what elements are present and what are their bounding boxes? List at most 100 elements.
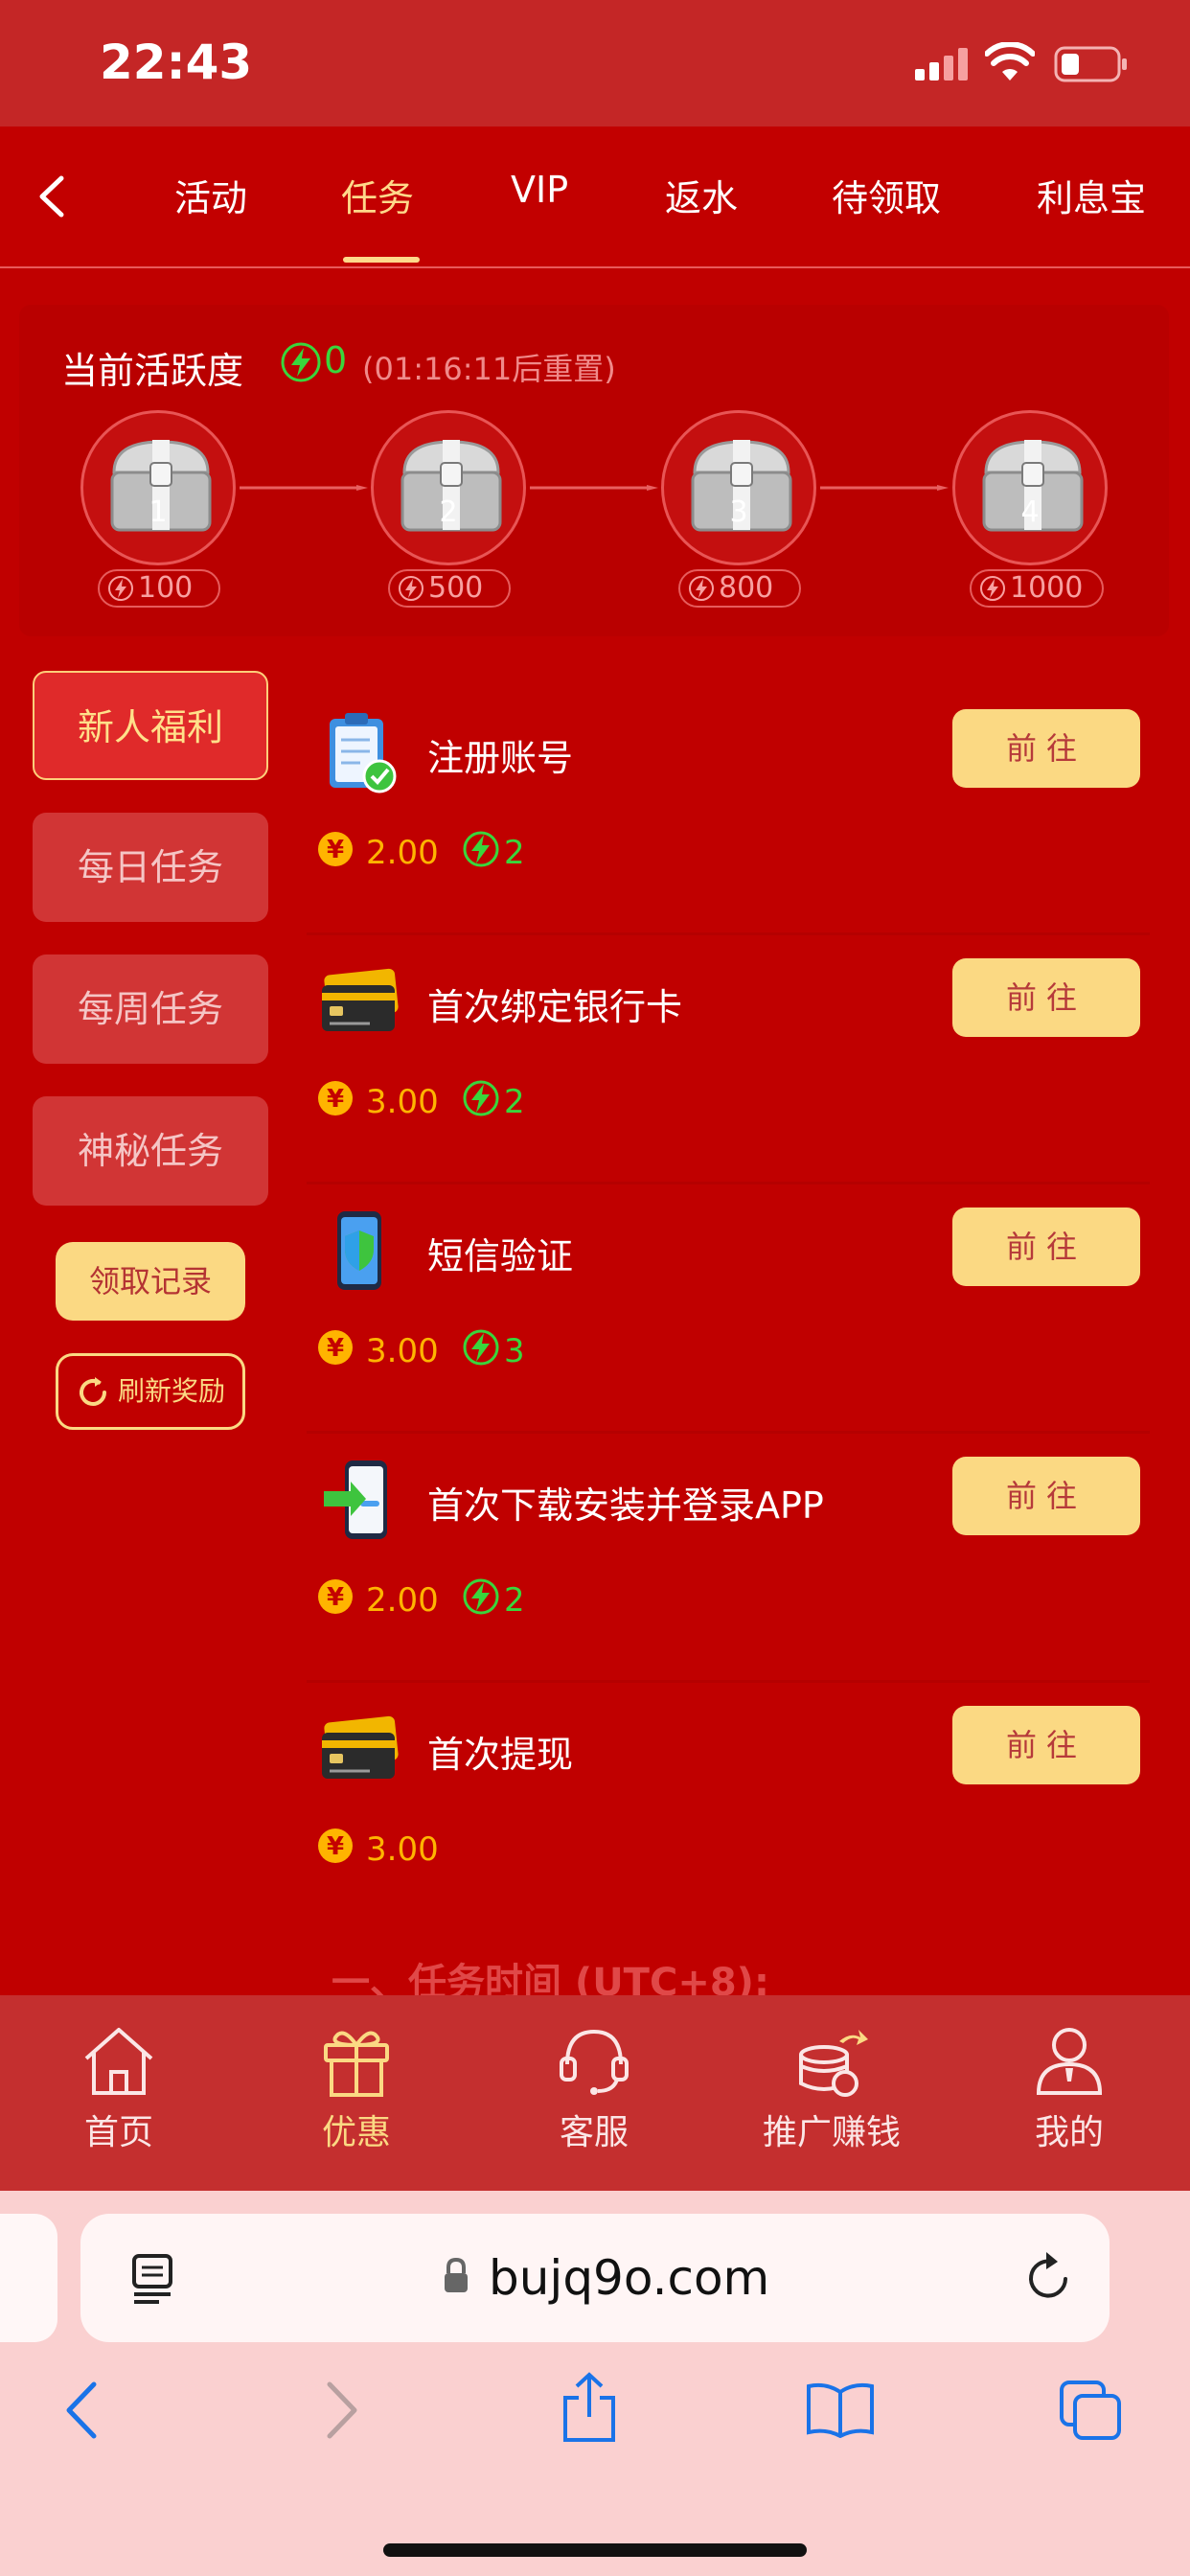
lock-icon [445,2258,468,2292]
task-reward: 2.00 [366,834,439,872]
treasure-chest-3[interactable]: 3 [661,410,816,565]
chest-number: 1 [149,495,168,529]
yuan-coin-icon: ¥ [318,1579,353,1614]
bookmarks-icon[interactable] [805,2382,876,2438]
bank-card-icon [322,1715,399,1779]
progress-arrow-icon [240,485,368,491]
side-menu-weekly[interactable]: 每周任务 [33,954,268,1064]
svg-text:¥: ¥ [327,1085,344,1114]
previous-tab-preview[interactable] [0,2214,57,2342]
treasure-chest-4[interactable]: 4 [952,410,1108,565]
nav-label: 推广赚钱 [762,2113,901,2152]
activity-label: 当前活跃度 [61,350,244,392]
task-row: 短信验证 前往 ¥ 3.00 3 [307,1198,1150,1434]
active-tab-indicator [343,257,420,263]
back-chevron-icon[interactable] [34,174,69,218]
phone-login-icon [324,1460,387,1539]
tab-activity[interactable]: 活动 [174,169,247,221]
nav-support[interactable]: 客服 [508,2024,680,2154]
nav-label: 首页 [83,2113,153,2152]
task-points: 2 [504,1083,525,1121]
headset-icon [560,2029,629,2095]
svg-text:¥: ¥ [327,1334,344,1363]
lightning-icon [463,831,499,867]
task-points: 2 [504,834,525,872]
task-title: 首次下载安装并登录APP [427,1484,824,1527]
nav-label: 优惠 [321,2113,391,2152]
side-menu-newbie[interactable]: 新人福利 [33,671,268,780]
task-go-button[interactable]: 前往 [952,709,1140,788]
nav-profile[interactable]: 我的 [983,2024,1156,2154]
url-text: bujq9o.com [489,2250,770,2306]
task-reward: 3.00 [366,1332,439,1370]
milestone-value: 1000 [1010,571,1084,605]
home-icon [84,2028,153,2095]
clipboard-check-icon [330,713,397,794]
tab-rebate[interactable]: 返水 [665,169,738,221]
phone-shield-icon [337,1211,381,1290]
tab-interest[interactable]: 利息宝 [1037,169,1146,221]
task-reward: 3.00 [366,1830,439,1869]
lightning-icon [689,576,714,601]
nav-promotions[interactable]: 优惠 [270,2024,443,2154]
task-points: 3 [504,1332,525,1370]
lightning-icon [281,342,321,382]
task-title: 注册账号 [427,737,574,779]
bottom-nav: 首页 优惠 客服 推广赚钱 我的 [0,1995,1190,2191]
task-go-button[interactable]: 前往 [952,1208,1140,1286]
browser-forward-icon[interactable] [322,2380,360,2440]
user-icon [1036,2028,1103,2095]
lightning-icon [399,576,423,601]
task-reward: 2.00 [366,1581,439,1620]
task-points: 2 [504,1581,525,1620]
task-row: 注册账号 前往 ¥ 2.00 2 [307,700,1150,935]
lightning-icon [980,576,1005,601]
side-menu-mystery[interactable]: 神秘任务 [33,1096,268,1206]
tab-tasks[interactable]: 任务 [341,169,414,221]
refresh-rewards-label: 刷新奖励 [118,1375,226,1407]
claim-records-button[interactable]: 领取记录 [56,1242,245,1321]
activity-reset-timer: (01:16:11后重置) [362,351,616,387]
nav-home[interactable]: 首页 [33,2024,205,2154]
svg-text:¥: ¥ [327,1832,344,1861]
battery-icon [1054,46,1127,82]
tabs-icon[interactable] [1058,2379,1123,2442]
task-row: 首次绑定银行卡 前往 ¥ 3.00 2 [307,949,1150,1184]
share-icon[interactable] [560,2371,619,2444]
yuan-coin-icon: ¥ [318,1081,353,1116]
yuan-coin-icon: ¥ [318,1828,353,1863]
reload-icon[interactable] [1023,2250,1075,2306]
progress-arrow-icon [820,485,949,491]
yuan-coin-icon: ¥ [318,832,353,866]
nav-referral[interactable]: 推广赚钱 [745,2024,918,2154]
task-row: 首次下载安装并登录APP 前往 ¥ 2.00 2 [307,1447,1150,1683]
browser-toolbar: bujq9o.com [0,2191,1190,2576]
address-bar[interactable]: bujq9o.com [80,2214,1110,2342]
treasure-chest-2[interactable]: 2 [371,410,526,565]
milestone-badge: 800 [678,569,801,608]
coins-share-icon [799,2030,868,2097]
task-go-button[interactable]: 前往 [952,1706,1140,1784]
nav-label: 我的 [1034,2113,1104,2152]
lightning-icon [463,1080,499,1116]
tab-vip[interactable]: VIP [511,169,568,211]
side-menu-daily[interactable]: 每日任务 [33,813,268,922]
reader-mode-icon[interactable] [130,2252,176,2306]
cellular-signal-icon [915,48,968,80]
bank-card-icon [322,968,399,1031]
task-title: 首次提现 [427,1734,574,1776]
milestone-badge: 1000 [970,569,1104,608]
tab-pending[interactable]: 待领取 [832,169,941,221]
task-reward: 3.00 [366,1083,439,1121]
task-go-button[interactable]: 前往 [952,1457,1140,1535]
browser-back-icon[interactable] [63,2380,102,2440]
status-time: 22:43 [100,34,253,90]
treasure-chest-1[interactable]: 1 [80,410,236,565]
lightning-icon [463,1329,499,1366]
milestone-value: 500 [428,571,484,605]
lightning-icon [463,1578,499,1615]
task-title: 短信验证 [427,1235,574,1277]
chest-number: 2 [439,495,458,529]
task-go-button[interactable]: 前往 [952,958,1140,1037]
refresh-rewards-button[interactable]: 刷新奖励 [56,1353,245,1430]
